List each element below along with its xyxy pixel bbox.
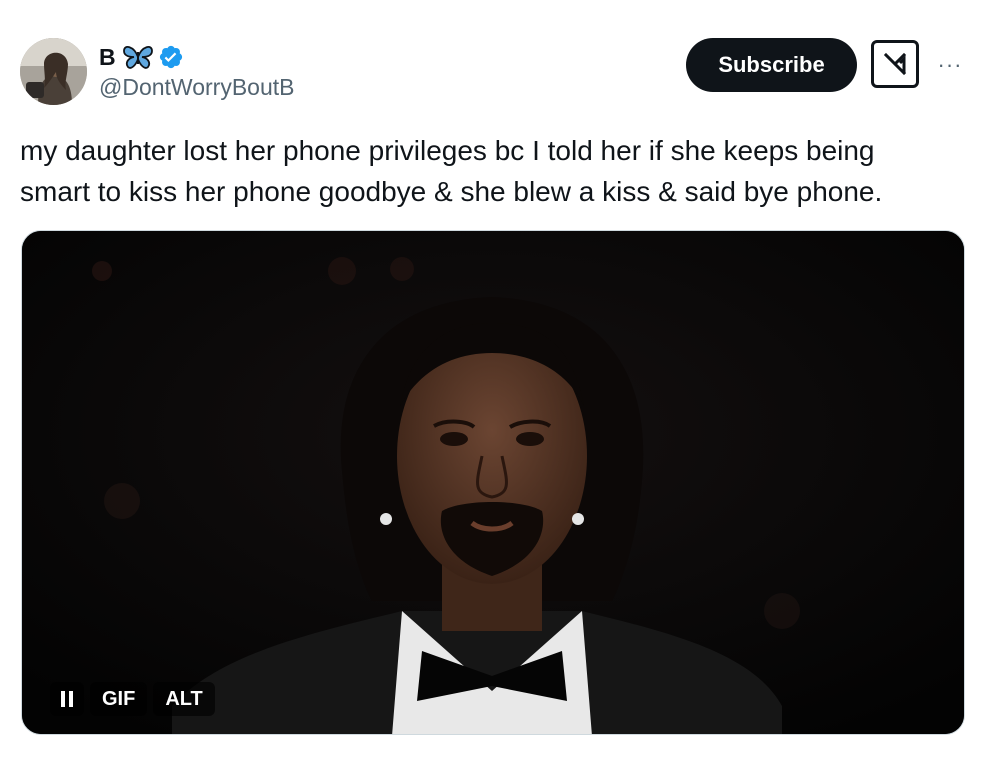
media-controls: GIF ALT: [50, 681, 221, 717]
display-name[interactable]: B: [99, 44, 116, 71]
gif-media[interactable]: GIF ALT: [21, 230, 965, 735]
gif-frame-image: [22, 231, 964, 734]
verified-badge-icon[interactable]: [158, 44, 184, 70]
butterfly-emoji-icon: [122, 44, 154, 70]
author-handle[interactable]: @DontWorryBoutB: [99, 74, 295, 101]
author-name-row: B: [99, 40, 184, 74]
more-options-icon[interactable]: ···: [930, 50, 970, 80]
gif-badge: GIF: [90, 682, 148, 716]
grok-icon[interactable]: [871, 40, 919, 88]
pause-icon: [61, 691, 73, 707]
pause-button[interactable]: [50, 682, 84, 716]
alt-text-button[interactable]: ALT: [153, 682, 215, 716]
tweet-text: my daughter lost her phone privileges bc…: [20, 135, 883, 207]
avatar[interactable]: [20, 38, 87, 105]
avatar-image: [20, 38, 87, 105]
subscribe-button[interactable]: Subscribe: [686, 38, 857, 92]
